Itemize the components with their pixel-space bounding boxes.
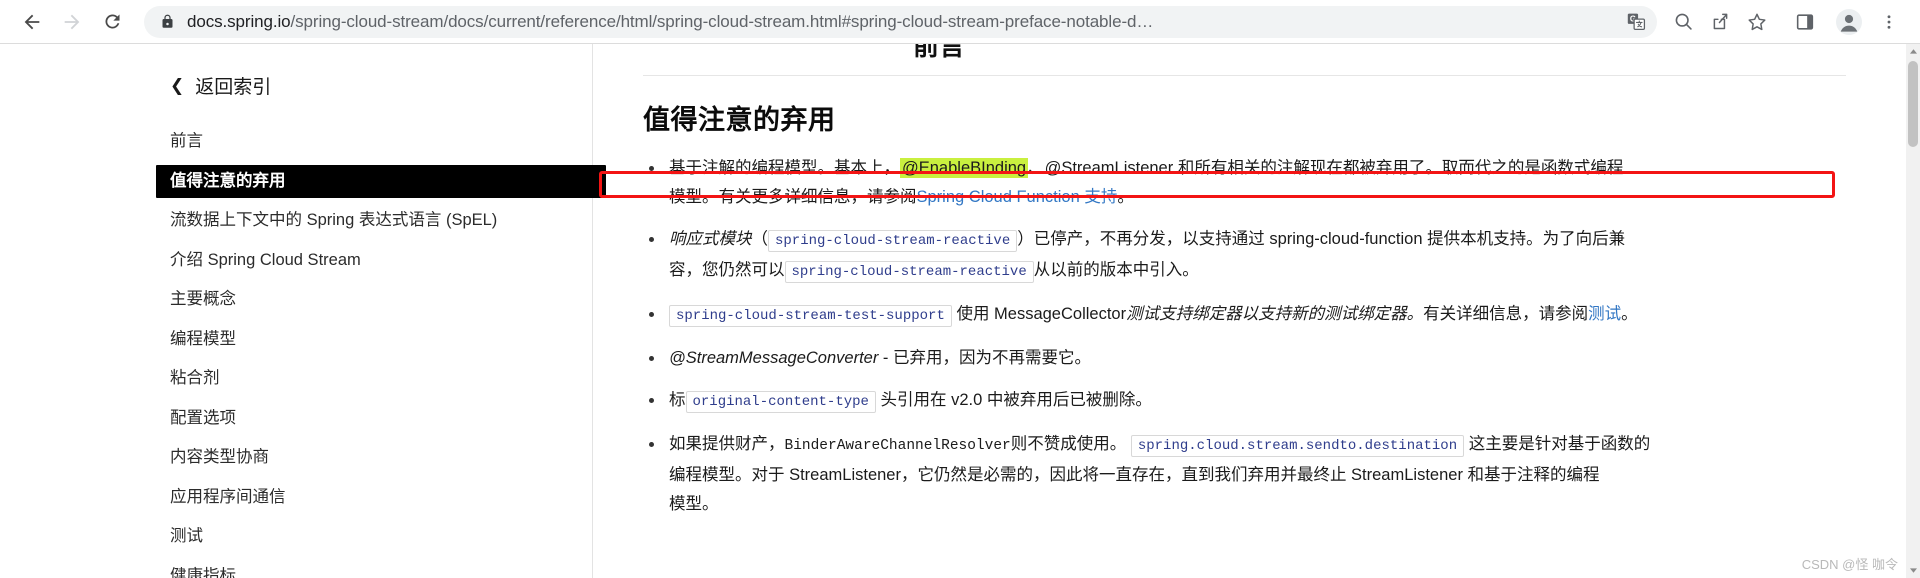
b6-text-3: 这主要是针对基于函数的 — [1468, 435, 1651, 454]
table-of-contents-sidebar: ❮ 返回索引 前言 值得注意的弃用 流数据上下文中的 Spring 表达式语言 … — [0, 44, 606, 578]
b4-italic-1: @StreamMessageConverter — [669, 349, 879, 368]
address-bar[interactable]: docs.spring.io/spring-cloud-stream/docs/… — [144, 5, 1657, 38]
side-panel-button[interactable] — [1788, 5, 1822, 39]
back-button[interactable] — [14, 4, 50, 40]
b3-text-3: 。 — [1621, 305, 1638, 324]
zoom-search-button[interactable] — [1666, 5, 1700, 39]
b6-text-4: 编程模型。对于 StreamListener，它仍然是必需的，因此将一直存在，直… — [669, 466, 1600, 485]
b2-code-reactive-2: spring-cloud-stream-reactive — [784, 261, 1034, 284]
spring-cloud-function-link[interactable]: Spring Cloud Function 支持 — [917, 188, 1118, 206]
b3-text-2: 有关详细信息，请参阅 — [1423, 305, 1589, 324]
scrollbar-thumb[interactable] — [1908, 61, 1918, 147]
page-viewport: ❮ 返回索引 前言 值得注意的弃用 流数据上下文中的 Spring 表达式语言 … — [0, 44, 1920, 578]
b3-text-1: 使用 MessageCollector — [956, 305, 1127, 324]
back-to-index-link[interactable]: ❮ 返回索引 — [170, 72, 271, 99]
sidebar-item-testing[interactable]: 测试 — [156, 520, 217, 554]
sidebar-item-main-concepts[interactable]: 主要概念 — [156, 283, 250, 317]
b2-text-3: 容，您仍然可以 — [669, 261, 785, 280]
reload-icon — [104, 14, 119, 29]
b2-text-1: （ — [751, 230, 769, 249]
clipped-previous-heading: 前言 — [643, 44, 1846, 58]
testing-link[interactable]: 测试 — [1588, 305, 1621, 323]
b6-text-1: 如果提供财产， — [669, 435, 785, 454]
article-main: 前言 值得注意的弃用 基于注解的编程模型。基本上，@EnableBInding、… — [593, 44, 1906, 578]
b1-text-4: 。取而代之的是函数式编程 — [1425, 159, 1624, 178]
deprecations-list: 基于注解的编程模型。基本上， @EnableBInding 、@StreamList… — [643, 154, 1846, 519]
forward-button[interactable] — [54, 4, 90, 40]
sidebar-item-inter-application-communication[interactable]: 应用程序间通信 — [156, 481, 300, 515]
b2-italic-1: 响应式模块 — [669, 230, 752, 249]
magnifier-icon — [1675, 13, 1692, 30]
b2-code-reactive-1: spring-cloud-stream-reactive — [768, 230, 1018, 253]
b5-code-original-content-type: original-content-type — [685, 391, 876, 414]
page-title: 值得注意的弃用 — [643, 105, 836, 135]
three-dots-icon — [1887, 14, 1891, 29]
b6-code-sendto-destination: spring.cloud.stream.sendto.destination — [1130, 435, 1465, 458]
vertical-scrollbar[interactable] — [1906, 44, 1920, 578]
url-path: /spring-cloud-stream/docs/current/refere… — [290, 11, 1154, 31]
b1-streamlistener: @StreamListener — [1044, 159, 1174, 178]
sidebar-item-health-indicator[interactable]: 健康指标 — [156, 560, 250, 578]
list-item-binder-aware-channel-resolver: 如果提供财产，BinderAwareChannelResolver则不赞成使用。… — [643, 430, 1846, 519]
list-item-test-support: spring-cloud-stream-test-support 使用 Mess… — [643, 300, 1846, 331]
sidebar-item-content-type-negotiation[interactable]: 内容类型协商 — [156, 441, 283, 475]
back-to-index-label: 返回索引 — [195, 77, 272, 98]
b1-text-5: 模型。有关更多详细信息，请参阅 — [669, 188, 917, 207]
b2-text-2: ）已停产，不再分发，以支持通过 spring-cloud-function 提供… — [1017, 230, 1626, 249]
avatar-icon — [1836, 8, 1862, 35]
url-host: docs.spring.io — [187, 11, 291, 31]
b1-text-3: 和所有相关的注解现在都被弃用了 — [1173, 159, 1426, 178]
b5-text-2: 头引用在 v2.0 中被弃用后已被删除。 — [880, 391, 1152, 410]
share-button[interactable] — [1703, 5, 1737, 39]
chrome-menu-button[interactable] — [1872, 5, 1906, 39]
b1-text-2: 、 — [1028, 159, 1045, 178]
lock-icon — [160, 14, 175, 29]
b5-text-1: 标 — [669, 391, 686, 410]
b1-enablebinding-highlight: @EnableBInding — [900, 158, 1029, 179]
list-item-original-content-type: 标 original-content-type 头引用在 v2.0 中被弃用后已被… — [643, 386, 1846, 417]
sidebar-item-introducing[interactable]: 介绍 Spring Cloud Stream — [156, 244, 375, 278]
scroll-up-arrow[interactable] — [1906, 44, 1920, 59]
side-panel-icon — [1796, 13, 1814, 30]
list-item-stream-message-converter: @StreamMessageConverter - 已弃用，因为不再需要它。 — [643, 344, 1846, 373]
star-icon — [1748, 13, 1766, 30]
chevron-left-icon: ❮ — [170, 76, 185, 95]
b2-text-4: 从以前的版本中引入。 — [1033, 261, 1199, 280]
b6-code-binder-resolver: BinderAwareChannelResolver — [784, 438, 1011, 455]
sidebar-item-programming-model[interactable]: 编程模型 — [156, 323, 250, 357]
browser-window: docs.spring.io/spring-cloud-stream/docs/… — [0, 0, 1920, 578]
clipped-heading-text: 前言 — [913, 44, 965, 58]
list-item-annotation-based-model: 基于注解的编程模型。基本上， @EnableBInding 、@StreamList… — [643, 154, 1846, 212]
scroll-down-arrow[interactable] — [1906, 563, 1920, 578]
sidebar-item-notable-deprecations[interactable]: 值得注意的弃用 — [156, 164, 606, 198]
sidebar-item-configuration-options[interactable]: 配置选项 — [156, 402, 250, 436]
toc-list: 前言 值得注意的弃用 流数据上下文中的 Spring 表达式语言 (SpEL) … — [156, 125, 606, 578]
reload-button[interactable] — [94, 4, 130, 40]
forward-arrow-icon — [64, 14, 80, 29]
list-item-reactive-module: 响应式模块（ spring-cloud-stream-reactive ）已停产，不… — [643, 225, 1846, 287]
b6-text-5: 模型。 — [669, 495, 719, 514]
share-icon — [1713, 13, 1727, 30]
profile-button[interactable] — [1832, 5, 1866, 39]
b1-text-1: 基于注解的编程模型。基本上， — [669, 159, 900, 178]
b1-text-6: 。 — [1117, 188, 1134, 207]
bookmark-button[interactable] — [1740, 5, 1774, 39]
page-content: ❮ 返回索引 前言 值得注意的弃用 流数据上下文中的 Spring 表达式语言 … — [0, 44, 1906, 578]
sidebar-item-binders[interactable]: 粘合剂 — [156, 362, 234, 396]
sidebar-item-spel[interactable]: 流数据上下文中的 Spring 表达式语言 (SpEL) — [156, 204, 511, 238]
sidebar-item-preface[interactable]: 前言 — [156, 125, 217, 159]
b3-code-test-support: spring-cloud-stream-test-support — [669, 305, 952, 328]
b3-italic-1: 测试支持绑定器以支持新的测试绑定器。 — [1126, 305, 1424, 324]
translate-icon[interactable]: G — [1621, 7, 1651, 37]
back-arrow-icon — [24, 14, 40, 29]
b6-text-2: 则不赞成使用。 — [1010, 435, 1127, 454]
b4-text-1: - 已弃用，因为不再需要它。 — [878, 349, 1091, 368]
browser-toolbar: docs.spring.io/spring-cloud-stream/docs/… — [0, 0, 1920, 44]
csdn-watermark: CSDN @怪 咖令 — [1801, 557, 1898, 572]
address-bar-text: docs.spring.io/spring-cloud-stream/docs/… — [187, 12, 1619, 32]
section-divider — [643, 75, 1846, 76]
